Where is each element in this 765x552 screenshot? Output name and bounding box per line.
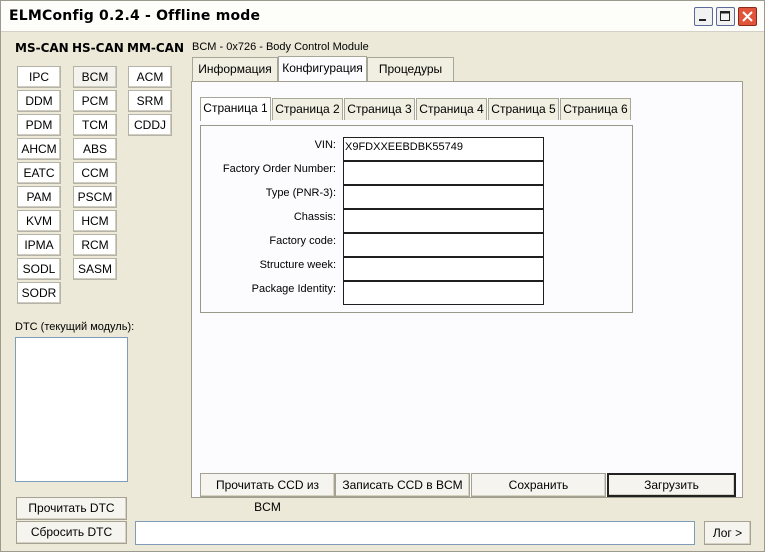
tab-page-1[interactable]: Страница 1 — [200, 97, 271, 121]
module-button-sasm[interactable]: SASM — [73, 258, 117, 280]
minimize-button[interactable] — [694, 7, 713, 26]
tab-page-2[interactable]: Страница 2 — [272, 98, 343, 120]
field-label-factory-order: Factory Order Number: — [222, 163, 336, 175]
module-button-ccm[interactable]: CCM — [73, 162, 117, 184]
module-button-rcm[interactable]: RCM — [73, 234, 117, 256]
close-button[interactable] — [738, 7, 757, 26]
field-label-structure-week: Structure week: — [259, 259, 336, 271]
window-title: ELMConfig 0.2.4 - Offline mode — [9, 8, 261, 24]
structure-week-field[interactable] — [343, 257, 544, 281]
tab-page-6[interactable]: Страница 6 — [560, 98, 631, 120]
read-dtc-button[interactable]: Прочитать DTC — [16, 497, 127, 520]
module-button-pdm[interactable]: PDM — [17, 114, 61, 136]
module-button-kvm[interactable]: KVM — [17, 210, 61, 232]
field-label-package-identity: Package Identity: — [251, 283, 336, 295]
module-button-sodl[interactable]: SODL — [17, 258, 61, 280]
close-icon — [742, 11, 753, 22]
module-button-sodr[interactable]: SODR — [17, 282, 61, 304]
ms-can-label: MS-CAN — [15, 41, 69, 55]
tab-configuration[interactable]: Конфигурация — [278, 56, 367, 82]
module-button-srm[interactable]: SRM — [128, 90, 172, 112]
hs-can-label: HS-CAN — [72, 41, 124, 55]
log-button[interactable]: Лог > — [704, 521, 751, 545]
load-button[interactable]: Загрузить — [607, 473, 736, 497]
field-label-factory-code: Factory code: — [269, 235, 336, 247]
tab-page-5[interactable]: Страница 5 — [488, 98, 559, 120]
field-label-chassis: Chassis: — [293, 211, 336, 223]
module-button-pam[interactable]: PAM — [17, 186, 61, 208]
module-button-ahcm[interactable]: AHCM — [17, 138, 61, 160]
status-field — [135, 521, 695, 545]
module-button-pscm[interactable]: PSCM — [73, 186, 117, 208]
module-button-ddm[interactable]: DDM — [17, 90, 61, 112]
field-label-type-pnr: Type (PNR-3): — [265, 187, 336, 199]
reset-dtc-button[interactable]: Сбросить DTC — [16, 521, 127, 544]
mm-can-label: MM-CAN — [127, 41, 184, 55]
module-button-eatc[interactable]: EATC — [17, 162, 61, 184]
tab-page-3[interactable]: Страница 3 — [344, 98, 415, 120]
tab-info[interactable]: Информация — [192, 57, 278, 81]
write-ccd-button[interactable]: Записать CCD в BCM — [335, 473, 470, 497]
module-button-bcm[interactable]: BCM — [73, 66, 117, 88]
module-button-tcm[interactable]: TCM — [73, 114, 117, 136]
factory-code-field[interactable] — [343, 233, 544, 257]
module-button-hcm[interactable]: HCM — [73, 210, 117, 232]
package-identity-field[interactable] — [343, 281, 544, 305]
module-title: BCM - 0x726 - Body Control Module — [192, 41, 369, 53]
module-button-pcm[interactable]: PCM — [73, 90, 117, 112]
module-button-abs[interactable]: ABS — [73, 138, 117, 160]
module-button-acm[interactable]: ACM — [128, 66, 172, 88]
tab-page-4[interactable]: Страница 4 — [416, 98, 487, 120]
dtc-label: DTC (текущий модуль): — [15, 321, 135, 333]
dtc-list[interactable] — [15, 337, 128, 482]
field-label-vin: VIN: — [314, 139, 336, 151]
type-pnr-field[interactable] — [343, 185, 544, 209]
chassis-field[interactable] — [343, 209, 544, 233]
module-button-cddj[interactable]: CDDJ — [128, 114, 172, 136]
tab-procedures[interactable]: Процедуры — [367, 57, 454, 81]
module-button-ipc[interactable]: IPC — [17, 66, 61, 88]
factory-order-field[interactable] — [343, 161, 544, 185]
main-window: ELMConfig 0.2.4 - Offline mode MS-CAN HS… — [0, 0, 765, 552]
module-button-ipma[interactable]: IPMA — [17, 234, 61, 256]
read-ccd-button[interactable]: Прочитать CCD из BCM — [200, 473, 335, 514]
maximize-button[interactable] — [716, 7, 735, 26]
save-button[interactable]: Сохранить — [471, 473, 606, 497]
title-bar[interactable]: ELMConfig 0.2.4 - Offline mode — [1, 1, 764, 32]
maximize-icon — [720, 11, 730, 21]
vin-field[interactable]: X9FDXXEEBDBK55749 — [343, 137, 544, 161]
minimize-icon — [699, 19, 706, 21]
